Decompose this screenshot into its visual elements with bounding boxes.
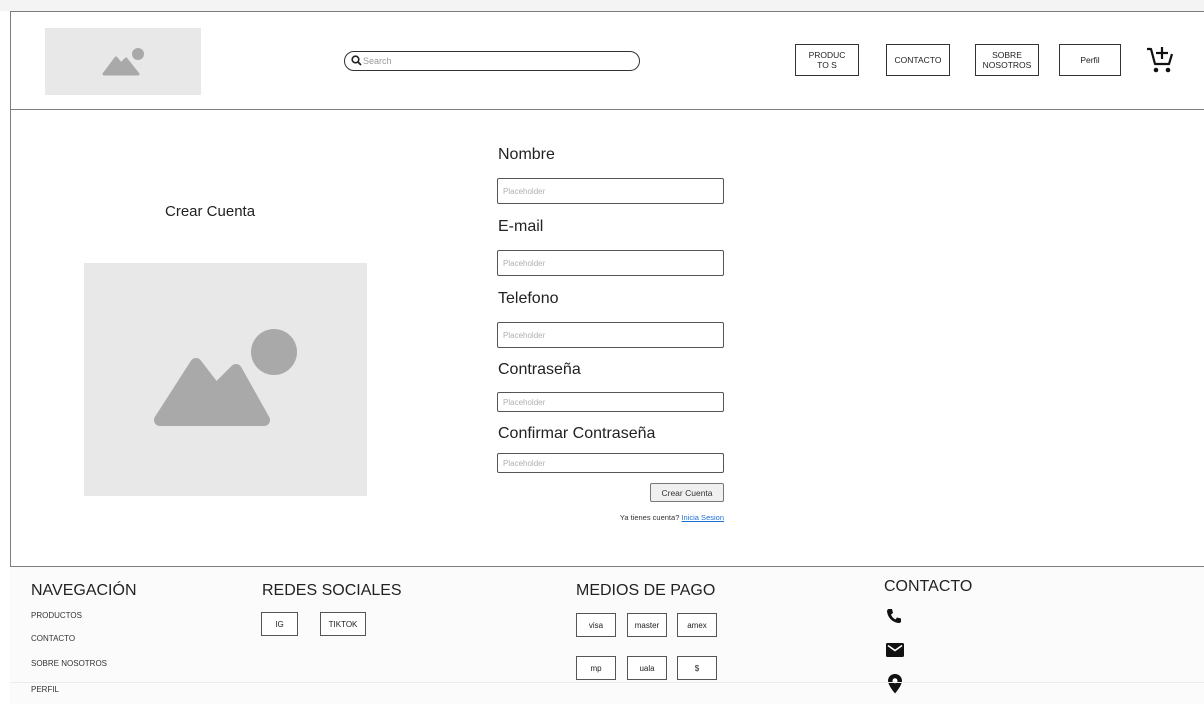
nav-button-perfil[interactable]: Perfil <box>1059 44 1121 76</box>
social-tiktok-button[interactable]: TIKTOK <box>320 612 366 636</box>
image-placeholder-icon <box>102 48 144 76</box>
footer-link-productos[interactable]: PRODUCTOS <box>31 611 82 620</box>
footer-contact-title: CONTACTO <box>884 578 973 595</box>
payment-label: $ <box>694 663 700 673</box>
viewport-divider <box>10 682 1204 683</box>
footer-link-sobre-nosotros[interactable]: SOBRE NOSOTROS <box>31 659 107 668</box>
telefono-field[interactable] <box>497 322 724 348</box>
nav-label: Perfil <box>1080 55 1100 65</box>
payment-label: master <box>634 620 660 630</box>
search-bar[interactable] <box>344 51 640 71</box>
contrasena-field[interactable] <box>497 392 724 412</box>
nav-label: SOBRE NOSOTROS <box>982 50 1032 70</box>
nav-label: CONTACTO <box>894 55 942 65</box>
image-placeholder <box>84 263 367 496</box>
nav-label: PRODUCTO S <box>808 50 846 70</box>
login-prompt: Ya tienes cuenta? Inicia Sesion <box>590 513 724 522</box>
footer-nav-title: NAVEGACIÓN <box>31 582 137 599</box>
search-input[interactable] <box>363 53 623 69</box>
nav-button-productos[interactable]: PRODUCTO S <box>795 44 859 76</box>
label-contrasena: Contraseña <box>498 361 581 378</box>
payment-label: visa <box>588 620 604 630</box>
social-label: TIKTOK <box>328 619 358 629</box>
label-telefono: Telefono <box>498 290 559 307</box>
login-prompt-text: Ya tienes cuenta? <box>619 513 680 522</box>
social-ig-button[interactable]: IG <box>261 612 298 636</box>
nombre-field[interactable] <box>497 178 724 204</box>
crear-cuenta-label: Crear Cuenta <box>661 487 713 498</box>
footer-link-perfil[interactable]: PERFIL <box>31 685 59 694</box>
label-nombre: Nombre <box>498 146 555 163</box>
logo-placeholder[interactable] <box>45 28 201 95</box>
header: PRODUCTO S CONTACTO SOBRE NOSOTROS Perfi… <box>10 11 1204 110</box>
footer-link-contacto[interactable]: CONTACTO <box>31 634 75 643</box>
payment-label: amex <box>687 620 707 630</box>
payment-label: uala <box>639 663 655 673</box>
crear-cuenta-button[interactable]: Crear Cuenta <box>650 483 724 502</box>
page-title: Crear Cuenta <box>165 203 256 220</box>
nav-button-sobre-nosotros[interactable]: SOBRE NOSOTROS <box>975 44 1039 76</box>
label-email: E-mail <box>498 218 544 235</box>
add-to-cart-icon[interactable] <box>1146 46 1174 74</box>
payment-master: master <box>627 613 667 637</box>
payment-mp: mp <box>576 656 616 680</box>
image-placeholder-icon <box>154 329 297 426</box>
footer-payments-title: MEDIOS DE PAGO <box>576 582 716 599</box>
payment-amex: amex <box>677 613 717 637</box>
label-confirmar-contrasena: Confirmar Contraseña <box>498 425 656 442</box>
footer-social-title: REDES SOCIALES <box>262 582 402 599</box>
payment-label: mp <box>590 663 602 673</box>
email-field[interactable] <box>497 250 724 276</box>
login-link[interactable]: Inicia Sesion <box>681 513 724 522</box>
confirmar-contrasena-field[interactable] <box>497 453 724 473</box>
payment-visa: visa <box>576 613 616 637</box>
payment-cash: $ <box>677 656 717 680</box>
social-label: IG <box>275 619 284 629</box>
phone-icon[interactable] <box>886 608 902 624</box>
payment-uala: uala <box>627 656 667 680</box>
top-strip <box>0 0 1204 11</box>
location-pin-icon[interactable] <box>888 674 902 694</box>
mail-icon[interactable] <box>886 643 904 657</box>
nav-button-contacto[interactable]: CONTACTO <box>886 44 950 76</box>
search-icon <box>351 55 362 66</box>
